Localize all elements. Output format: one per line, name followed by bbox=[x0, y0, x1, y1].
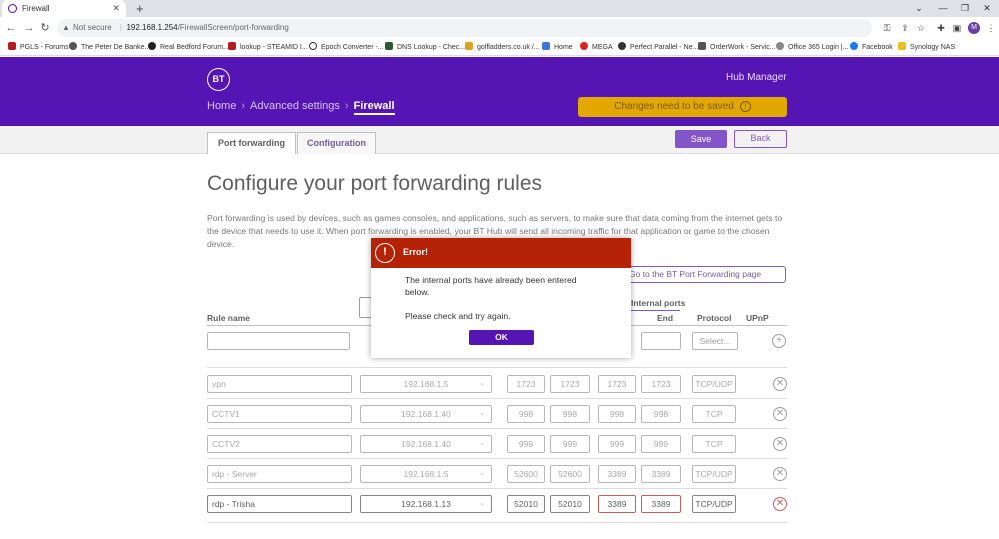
dialog-message: The internal ports have already been ent… bbox=[405, 275, 577, 297]
bookmark-icon bbox=[69, 42, 77, 50]
bookmark-icon bbox=[776, 42, 784, 50]
breadcrumb-firewall: Firewall bbox=[353, 100, 395, 115]
maximize-icon[interactable]: ❐ bbox=[955, 0, 975, 17]
bookmark-item[interactable]: Perfect Parallel - Ne... bbox=[618, 39, 698, 55]
browser-tab-strip: Firewall ✕ + ⌄ — ❐ ✕ bbox=[0, 0, 999, 17]
address-bar[interactable]: ▲ Not secure | 192.168.1.254/FirewallScr… bbox=[57, 19, 872, 37]
bookmark-item[interactable]: The Peter De Banke... bbox=[69, 39, 150, 55]
bookmark-icon bbox=[580, 42, 588, 50]
security-label: Not secure bbox=[73, 23, 112, 32]
close-window-icon[interactable]: ✕ bbox=[977, 0, 997, 17]
url-host: 192.168.1.254 bbox=[126, 23, 178, 32]
bookmark-icon bbox=[465, 42, 473, 50]
sidepanel-icon[interactable]: ▣ bbox=[950, 21, 964, 35]
key-icon[interactable]: ⚿ bbox=[880, 21, 894, 35]
info-icon: ! bbox=[739, 101, 751, 112]
breadcrumb-home[interactable]: Home bbox=[207, 100, 236, 112]
bookmark-icon bbox=[898, 42, 906, 50]
ok-button[interactable]: OK bbox=[469, 330, 534, 345]
bookmark-icon bbox=[542, 42, 550, 50]
bookmark-item[interactable]: DNS Lookup - Chec... bbox=[385, 39, 465, 55]
warning-icon: ▲ bbox=[62, 23, 70, 32]
toolbar: ← → ↻ ▲ Not secure | 192.168.1.254/Firew… bbox=[0, 17, 999, 39]
browser-tab[interactable]: Firewall ✕ bbox=[2, 0, 126, 17]
profile-avatar[interactable]: M bbox=[968, 22, 980, 34]
bookmark-item[interactable]: OrderWork - Servic... bbox=[698, 39, 776, 55]
bt-favicon-icon bbox=[8, 4, 17, 13]
forward-arrow-icon[interactable]: → bbox=[22, 20, 36, 36]
bookmark-icon bbox=[228, 42, 236, 50]
bookmark-item[interactable]: Epoch Converter -... bbox=[309, 39, 384, 55]
dialog-message-secondary: Please check and try again. bbox=[405, 311, 511, 321]
chevron-right-icon: › bbox=[344, 100, 349, 112]
menu-icon[interactable]: ⋮ bbox=[984, 21, 998, 35]
back-arrow-icon[interactable]: ← bbox=[4, 20, 18, 36]
dialog-title: Error! bbox=[403, 247, 429, 257]
tab-title: Firewall bbox=[22, 4, 50, 13]
bt-header bbox=[0, 57, 999, 126]
bookmark-item[interactable]: MEGA bbox=[580, 39, 613, 55]
breadcrumb-advanced-settings[interactable]: Advanced settings bbox=[250, 100, 340, 112]
bookmark-item[interactable]: lookup - STEAMID I... bbox=[228, 39, 308, 55]
hub-manager-title: Hub Manager bbox=[726, 72, 787, 83]
minimize-icon[interactable]: — bbox=[933, 0, 953, 17]
share-icon[interactable]: ⇪ bbox=[898, 21, 912, 35]
bookmark-item[interactable]: Office 365 Login |... bbox=[776, 39, 848, 55]
dialog-header: ! Error! bbox=[371, 238, 631, 268]
bookmark-item[interactable]: Real Bedford Forum... bbox=[148, 39, 229, 55]
bookmark-star-icon[interactable]: ☆ bbox=[914, 21, 928, 35]
bookmark-icon bbox=[8, 42, 16, 50]
new-tab-icon[interactable]: + bbox=[136, 0, 144, 17]
bookmark-item[interactable]: PGLS - Forums bbox=[8, 39, 69, 55]
changes-banner-text: Changes need to be saved bbox=[614, 101, 734, 112]
close-tab-icon[interactable]: ✕ bbox=[112, 0, 120, 17]
bookmark-icon bbox=[309, 42, 317, 50]
changes-banner: Changes need to be saved! bbox=[578, 97, 787, 117]
url-path: /FirewallScreen/port-forwarding bbox=[177, 23, 289, 32]
bookmark-icon bbox=[148, 42, 156, 50]
breadcrumb: Home › Advanced settings › Firewall bbox=[207, 100, 395, 115]
chevron-right-icon: › bbox=[241, 100, 246, 112]
bookmark-icon bbox=[698, 42, 706, 50]
bookmark-item[interactable]: Synology NAS bbox=[898, 39, 955, 55]
bookmark-icon bbox=[618, 42, 626, 50]
tab-search-icon[interactable]: ⌄ bbox=[909, 0, 929, 17]
error-dialog: ! Error! The internal ports have already… bbox=[371, 238, 631, 358]
bookmark-item[interactable]: Facebook bbox=[850, 39, 893, 55]
bookmark-item[interactable]: Home bbox=[542, 39, 573, 55]
bookmark-icon bbox=[850, 42, 858, 50]
bookmarks-bar: PGLS - Forums The Peter De Banke... Real… bbox=[0, 39, 999, 56]
bookmark-item[interactable]: golfladders.co.uk /... bbox=[465, 39, 540, 55]
bookmark-icon bbox=[385, 42, 393, 50]
reload-icon[interactable]: ↻ bbox=[38, 20, 52, 36]
extensions-icon[interactable]: ✚ bbox=[934, 21, 948, 35]
bt-logo: BT bbox=[207, 68, 230, 91]
alert-icon: ! bbox=[375, 243, 395, 263]
